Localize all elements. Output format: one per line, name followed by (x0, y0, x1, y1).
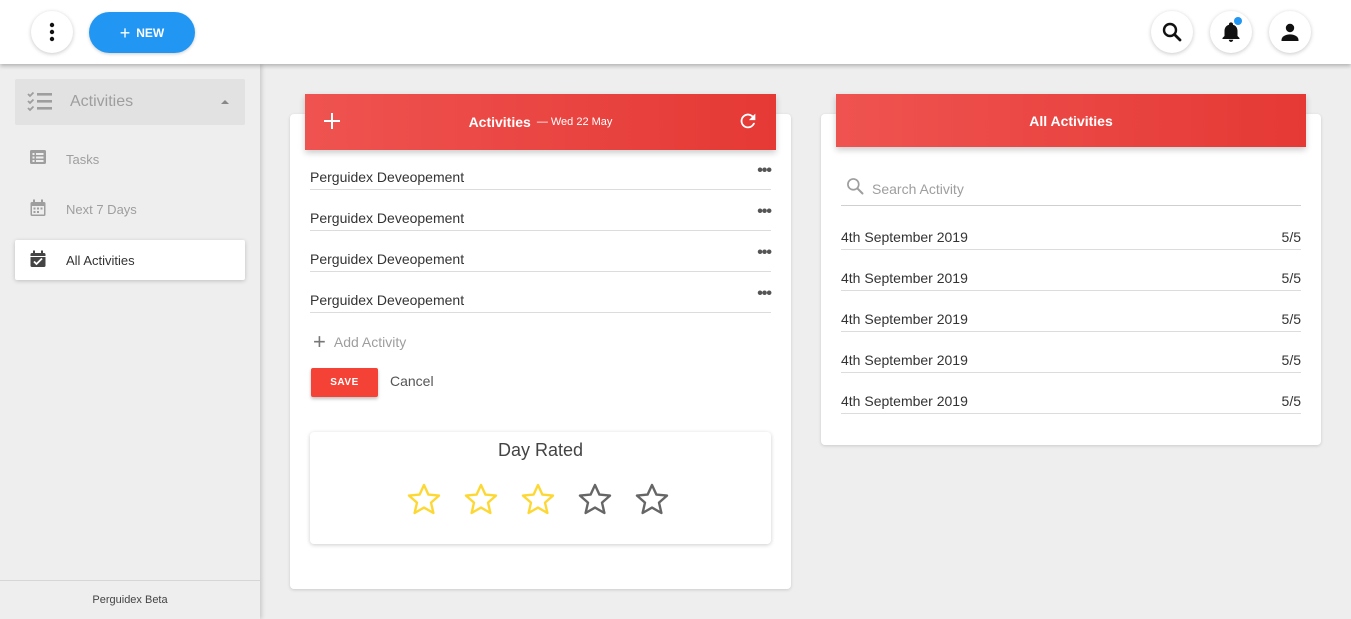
star-filled-icon[interactable] (406, 482, 442, 518)
all-activities-title: All Activities (1029, 112, 1113, 129)
plus-icon: + (313, 329, 326, 354)
more-horiz-icon[interactable]: ••• (757, 244, 772, 262)
sidebar-activities-header[interactable]: Activities (15, 79, 245, 125)
plus-icon: + (119, 22, 131, 43)
history-score: 5/5 (1281, 311, 1301, 327)
star-empty-icon[interactable] (634, 482, 670, 518)
caret-up-icon (221, 100, 229, 104)
history-score: 5/5 (1281, 352, 1301, 368)
history-row[interactable]: 4th September 2019 5/5 (841, 347, 1301, 373)
calendar-icon (29, 199, 47, 222)
star-filled-icon[interactable] (520, 482, 556, 518)
star-empty-icon[interactable] (577, 482, 613, 518)
sidebar-item-tasks[interactable]: Tasks (15, 139, 245, 179)
day-rating-card: Day Rated (310, 432, 771, 544)
star-filled-icon[interactable] (463, 482, 499, 518)
add-icon[interactable] (323, 106, 341, 141)
activities-card-title: Activities (468, 114, 531, 130)
more-horiz-icon[interactable]: ••• (757, 162, 772, 180)
activity-row[interactable]: Perguidex Deveopement ••• (310, 162, 772, 190)
checklist-icon (27, 91, 53, 118)
notifications-button[interactable] (1210, 11, 1252, 53)
more-horiz-icon[interactable]: ••• (757, 203, 772, 221)
search-activity-input[interactable] (872, 178, 1292, 200)
activity-name: Perguidex Deveopement (310, 210, 465, 226)
list-icon (29, 149, 47, 172)
save-button[interactable]: SAVE (311, 368, 378, 397)
sidebar-item-all-activities[interactable]: All Activities (15, 240, 245, 280)
cancel-button[interactable]: Cancel (390, 373, 434, 389)
star-rating[interactable] (406, 482, 670, 518)
new-button[interactable]: + NEW (89, 12, 195, 53)
history-date: 4th September 2019 (841, 270, 968, 286)
sidebar: Activities Tasks Next 7 Days All Activit… (0, 64, 260, 619)
history-row[interactable]: 4th September 2019 5/5 (841, 265, 1301, 291)
more-menu-button[interactable] (31, 11, 73, 53)
activity-name: Perguidex Deveopement (310, 251, 465, 267)
more-vert-icon (49, 22, 55, 42)
history-row[interactable]: 4th September 2019 5/5 (841, 388, 1301, 414)
activities-card-date: — Wed 22 May (536, 116, 613, 128)
search-icon (845, 176, 865, 201)
refresh-icon[interactable] (737, 110, 759, 137)
more-horiz-icon[interactable]: ••• (757, 285, 772, 303)
activity-row[interactable]: Perguidex Deveopement ••• (310, 285, 772, 313)
app-toolbar: + NEW (0, 0, 1351, 64)
history-date: 4th September 2019 (841, 393, 968, 409)
calendar-check-icon (29, 250, 47, 273)
activity-name: Perguidex Deveopement (310, 292, 465, 308)
activity-row[interactable]: Perguidex Deveopement ••• (310, 244, 772, 272)
day-rating-title: Day Rated (497, 440, 584, 460)
history-row[interactable]: 4th September 2019 5/5 (841, 306, 1301, 332)
sidebar-footer: Perguidex Beta (0, 580, 260, 619)
activities-card-header: Activities — Wed 22 May (305, 94, 776, 150)
history-date: 4th September 2019 (841, 311, 968, 327)
all-activities-card-header: All Activities (836, 94, 1306, 147)
history-row[interactable]: 4th September 2019 5/5 (841, 224, 1301, 250)
account-icon (1281, 23, 1299, 41)
activity-name: Perguidex Deveopement (310, 169, 465, 185)
history-score: 5/5 (1281, 229, 1301, 245)
search-button[interactable] (1151, 11, 1193, 53)
add-activity-label: Add Activity (333, 334, 407, 350)
search-icon (1162, 22, 1182, 42)
sidebar-item-label: Tasks (66, 152, 100, 167)
history-score: 5/5 (1281, 393, 1301, 409)
sidebar-item-label: Next 7 Days (66, 202, 137, 217)
history-score: 5/5 (1281, 270, 1301, 286)
search-activity-field[interactable] (841, 172, 1301, 206)
history-date: 4th September 2019 (841, 229, 968, 245)
new-button-label: NEW (136, 25, 165, 40)
add-activity-button[interactable]: + Add Activity (313, 331, 406, 353)
sidebar-header-label: Activities (70, 93, 134, 110)
notification-badge (1234, 17, 1242, 25)
sidebar-item-next-7-days[interactable]: Next 7 Days (15, 189, 245, 229)
activity-row[interactable]: Perguidex Deveopement ••• (310, 203, 772, 231)
history-date: 4th September 2019 (841, 352, 968, 368)
account-button[interactable] (1269, 11, 1311, 53)
sidebar-item-label: All Activities (66, 253, 135, 268)
